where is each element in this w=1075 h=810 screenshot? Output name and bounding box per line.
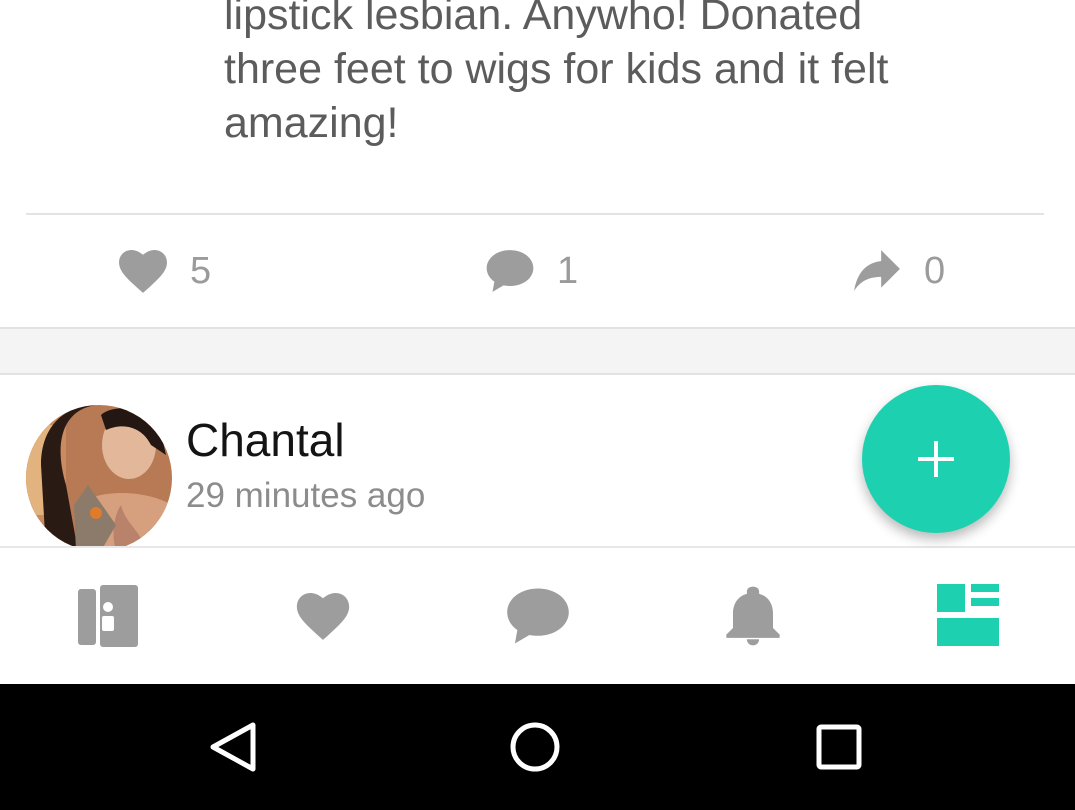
author-name[interactable]: Chantal [186,413,345,467]
like-count: 5 [190,249,212,292]
share-arrow-icon [854,250,900,291]
nav-item-messages[interactable] [430,548,645,684]
post-body-text: lipstick lesbian. Anywho! Donated three … [224,0,889,147]
bottom-navigation [0,546,1075,684]
system-home-button[interactable] [475,684,595,810]
post-actions-bar: 5 1 0 [0,215,1075,327]
home-icon [510,722,560,772]
recents-icon [816,724,862,770]
avatar-photo [26,405,172,551]
heart-icon [119,249,167,293]
nav-item-likes[interactable] [215,548,430,684]
nav-item-profile[interactable] [0,548,215,684]
chat-bubble-icon [486,250,534,292]
feed-layout-icon [936,584,999,646]
chat-bubble-icon [506,588,569,644]
avatar[interactable] [26,405,172,551]
system-navigation-bar [0,684,1075,810]
back-icon [210,722,256,772]
share-count: 0 [924,249,946,292]
system-back-button[interactable] [173,684,293,810]
system-recents-button[interactable] [779,684,899,810]
post-timestamp: 29 minutes ago [186,476,426,515]
bell-icon [725,586,780,646]
like-button[interactable]: 5 [118,215,211,327]
create-post-button[interactable] [862,385,1010,533]
nav-item-feed[interactable] [860,548,1075,684]
share-button[interactable]: 0 [852,215,945,327]
comment-button[interactable]: 1 [485,215,578,327]
plus-icon [918,441,954,477]
comment-count: 1 [557,249,579,292]
nav-item-notifications[interactable] [645,548,860,684]
profile-card-icon [77,585,138,647]
heart-icon [296,593,349,640]
post-separator [0,327,1075,375]
